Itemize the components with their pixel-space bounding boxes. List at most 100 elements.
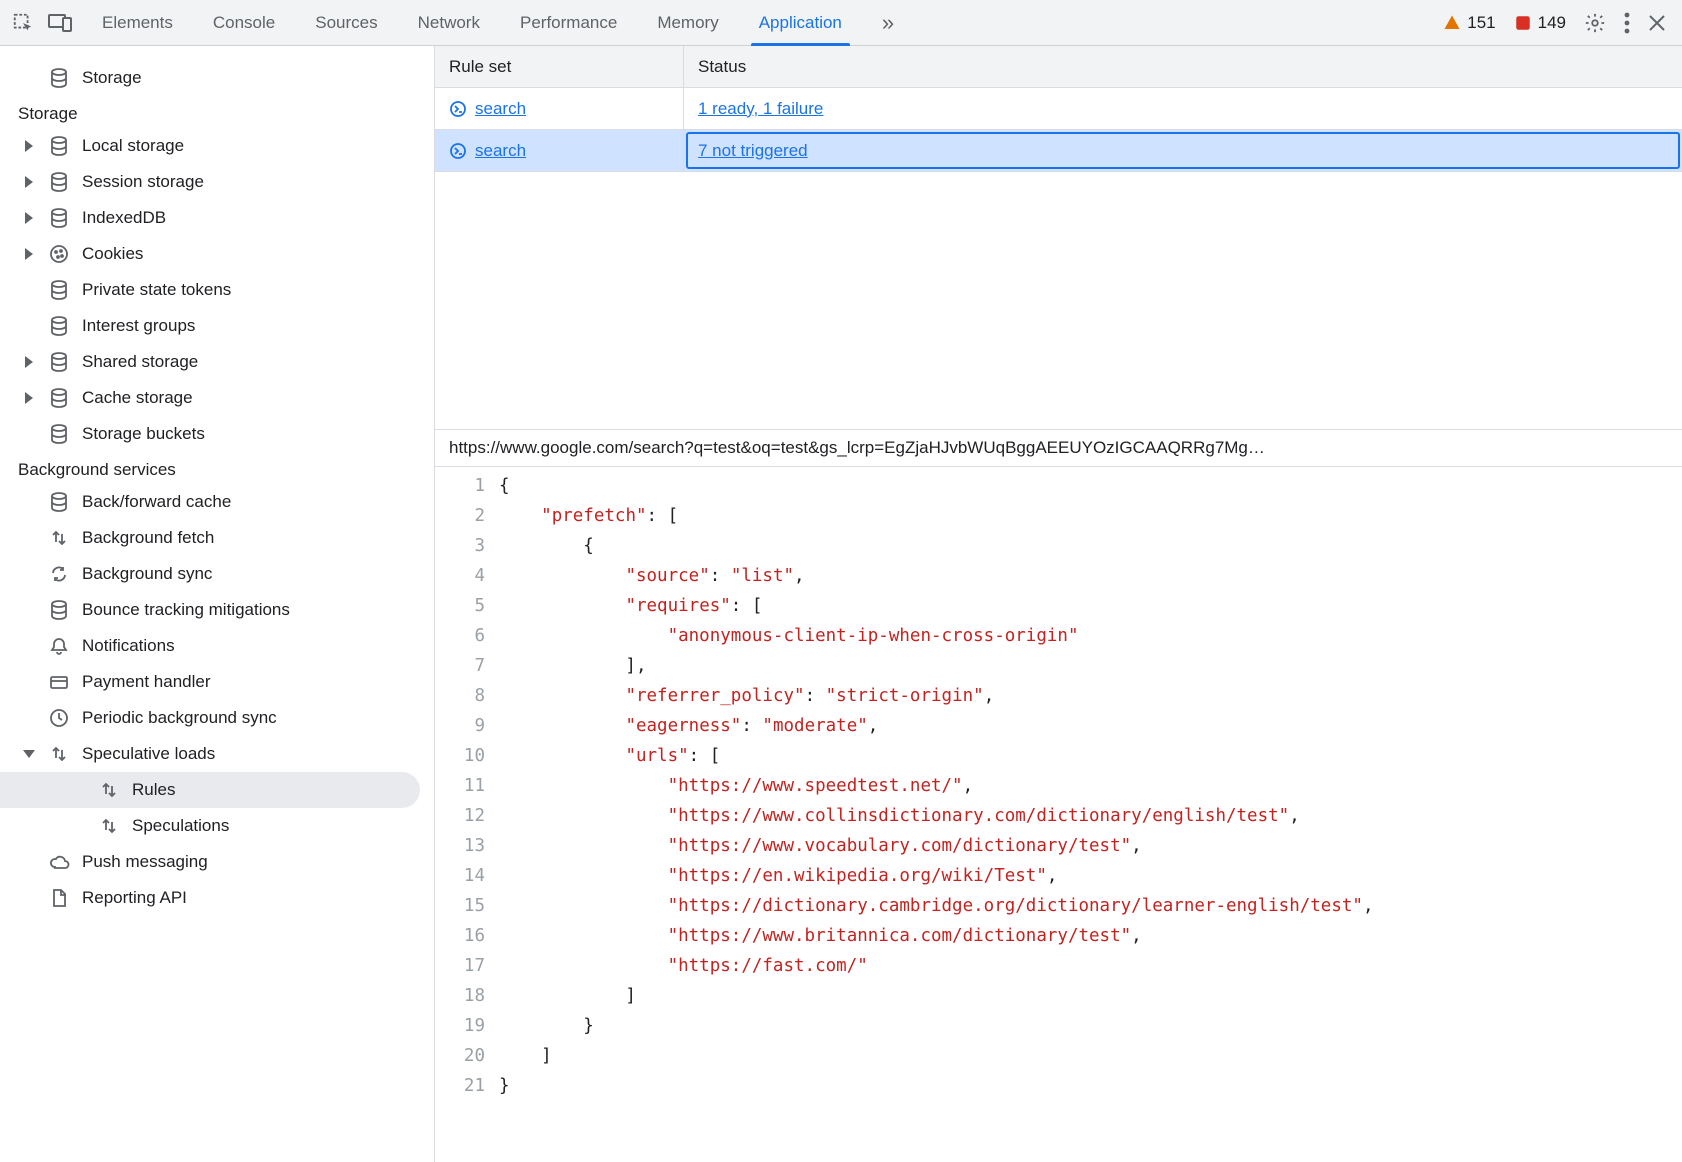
clock-icon — [48, 707, 70, 729]
ruleset-name-link[interactable]: search — [475, 99, 526, 119]
sidebar-item-reporting-api[interactable]: Reporting API — [0, 880, 420, 916]
db-icon — [48, 387, 70, 409]
sidebar-item-label: Local storage — [82, 136, 414, 156]
col-status: Status — [684, 46, 1682, 87]
cloud-icon — [48, 851, 70, 873]
col-rule-set: Rule set — [435, 46, 684, 87]
code-line: 19 } — [435, 1011, 1682, 1041]
card-icon — [48, 671, 70, 693]
sidebar-item-label: Shared storage — [82, 352, 414, 372]
errors-counter[interactable]: 149 — [1514, 13, 1566, 33]
sidebar-item-label: Cache storage — [82, 388, 414, 408]
code-line: 15 "https://dictionary.cambridge.org/dic… — [435, 891, 1682, 921]
sidebar-item-speculative-loads[interactable]: Speculative loads — [0, 736, 420, 772]
sidebar-item-bounce-tracking-mitigations[interactable]: Bounce tracking mitigations — [0, 592, 420, 628]
tabs-overflow-button[interactable]: » — [862, 0, 914, 45]
code-line: 21} — [435, 1071, 1682, 1101]
sidebar-item-cache-storage[interactable]: Cache storage — [0, 380, 420, 416]
inspect-element-icon[interactable] — [12, 12, 34, 34]
sidebar-item-speculations[interactable]: Speculations — [0, 808, 420, 844]
ruleset-row[interactable]: search 1 ready, 1 failure — [435, 88, 1682, 130]
sidebar-item-payment-handler[interactable]: Payment handler — [0, 664, 420, 700]
sidebar-item-label: Reporting API — [82, 888, 414, 908]
tab-network[interactable]: Network — [398, 0, 500, 45]
code-line: 20 ] — [435, 1041, 1682, 1071]
sidebar-item-shared-storage[interactable]: Shared storage — [0, 344, 420, 380]
tab-performance[interactable]: Performance — [500, 0, 637, 45]
sidebar-item-notifications[interactable]: Notifications — [0, 628, 420, 664]
db-icon — [48, 279, 70, 301]
updown-icon — [98, 815, 120, 837]
sidebar-item-push-messaging[interactable]: Push messaging — [0, 844, 420, 880]
sidebar-item-label: Bounce tracking mitigations — [82, 600, 414, 620]
sidebar-item-rules[interactable]: Rules — [0, 772, 420, 808]
device-toolbar-icon[interactable] — [48, 12, 72, 34]
sidebar-item-label: Cookies — [82, 244, 414, 264]
sidebar-item-background-sync[interactable]: Background sync — [0, 556, 420, 592]
code-line: 6 "anonymous-client-ip-when-cross-origin… — [435, 621, 1682, 651]
sidebar-item-label: Private state tokens — [82, 280, 414, 300]
sidebar-item-background-fetch[interactable]: Background fetch — [0, 520, 420, 556]
sidebar-item-back-forward-cache[interactable]: Back/forward cache — [0, 484, 420, 520]
sidebar-item-label: Rules — [132, 780, 414, 800]
ruleset-header-row: Rule set Status — [435, 46, 1682, 88]
sidebar-item-label: Back/forward cache — [82, 492, 414, 512]
sidebar-item-private-state-tokens[interactable]: Private state tokens — [0, 272, 420, 308]
code-line: 8 "referrer_policy": "strict-origin", — [435, 681, 1682, 711]
tab-sources[interactable]: Sources — [295, 0, 397, 45]
ruleset-source-url[interactable]: https://www.google.com/search?q=test&oq=… — [435, 430, 1682, 467]
sidebar-item-local-storage[interactable]: Local storage — [0, 128, 420, 164]
code-line: 14 "https://en.wikipedia.org/wiki/Test", — [435, 861, 1682, 891]
errors-count: 149 — [1538, 13, 1566, 33]
sidebar-item-label: Storage buckets — [82, 424, 414, 444]
ruleset-status-link[interactable]: 1 ready, 1 failure — [698, 99, 823, 119]
tab-elements[interactable]: Elements — [82, 0, 193, 45]
ruleset-row[interactable]: search 7 not triggered — [435, 130, 1682, 172]
ruleset-name-link[interactable]: search — [475, 141, 526, 161]
settings-icon[interactable] — [1584, 12, 1606, 34]
warnings-count: 151 — [1467, 13, 1495, 33]
code-line: 2 "prefetch": [ — [435, 501, 1682, 531]
db-icon — [48, 67, 70, 89]
code-line: 10 "urls": [ — [435, 741, 1682, 771]
sidebar-item-session-storage[interactable]: Session storage — [0, 164, 420, 200]
code-line: 17 "https://fast.com/" — [435, 951, 1682, 981]
warnings-counter[interactable]: 151 — [1443, 13, 1495, 33]
doc-icon — [48, 887, 70, 909]
tab-memory[interactable]: Memory — [637, 0, 738, 45]
updown-icon — [48, 743, 70, 765]
ruleset-status-link[interactable]: 7 not triggered — [698, 141, 808, 161]
db-icon — [48, 423, 70, 445]
code-line: 16 "https://www.britannica.com/dictionar… — [435, 921, 1682, 951]
code-line: 11 "https://www.speedtest.net/", — [435, 771, 1682, 801]
kebab-menu-icon[interactable] — [1624, 12, 1630, 34]
db-icon — [48, 207, 70, 229]
sidebar-item-cookies[interactable]: Cookies — [0, 236, 420, 272]
rules-pane: Rule set Status search 1 ready, 1 failure… — [435, 46, 1682, 1162]
sidebar-item-periodic-background-sync[interactable]: Periodic background sync — [0, 700, 420, 736]
sidebar-item-storage-top[interactable]: Storage — [0, 60, 420, 96]
sidebar-item-indexeddb[interactable]: IndexedDB — [0, 200, 420, 236]
sidebar-item-label: Interest groups — [82, 316, 414, 336]
sidebar-item-label: Push messaging — [82, 852, 414, 872]
ruleset-json-source[interactable]: 1{2 "prefetch": [3 {4 "source": "list",5… — [435, 467, 1682, 1162]
code-line: 1{ — [435, 471, 1682, 501]
sidebar-item-label: Notifications — [82, 636, 414, 656]
db-icon — [48, 135, 70, 157]
sidebar-item-interest-groups[interactable]: Interest groups — [0, 308, 420, 344]
tab-application[interactable]: Application — [739, 0, 862, 45]
tab-console[interactable]: Console — [193, 0, 295, 45]
code-line: 9 "eagerness": "moderate", — [435, 711, 1682, 741]
close-devtools-icon[interactable] — [1648, 14, 1666, 32]
bell-icon — [48, 635, 70, 657]
code-line: 3 { — [435, 531, 1682, 561]
db-icon — [48, 171, 70, 193]
devtools-tab-strip: ElementsConsoleSourcesNetworkPerformance… — [0, 0, 1682, 46]
updown-icon — [48, 527, 70, 549]
code-line: 4 "source": "list", — [435, 561, 1682, 591]
db-icon — [48, 599, 70, 621]
application-sidebar: Storage StorageLocal storageSession stor… — [0, 46, 435, 1162]
sidebar-item-label: Session storage — [82, 172, 414, 192]
sidebar-item-storage-buckets[interactable]: Storage buckets — [0, 416, 420, 452]
code-line: 5 "requires": [ — [435, 591, 1682, 621]
